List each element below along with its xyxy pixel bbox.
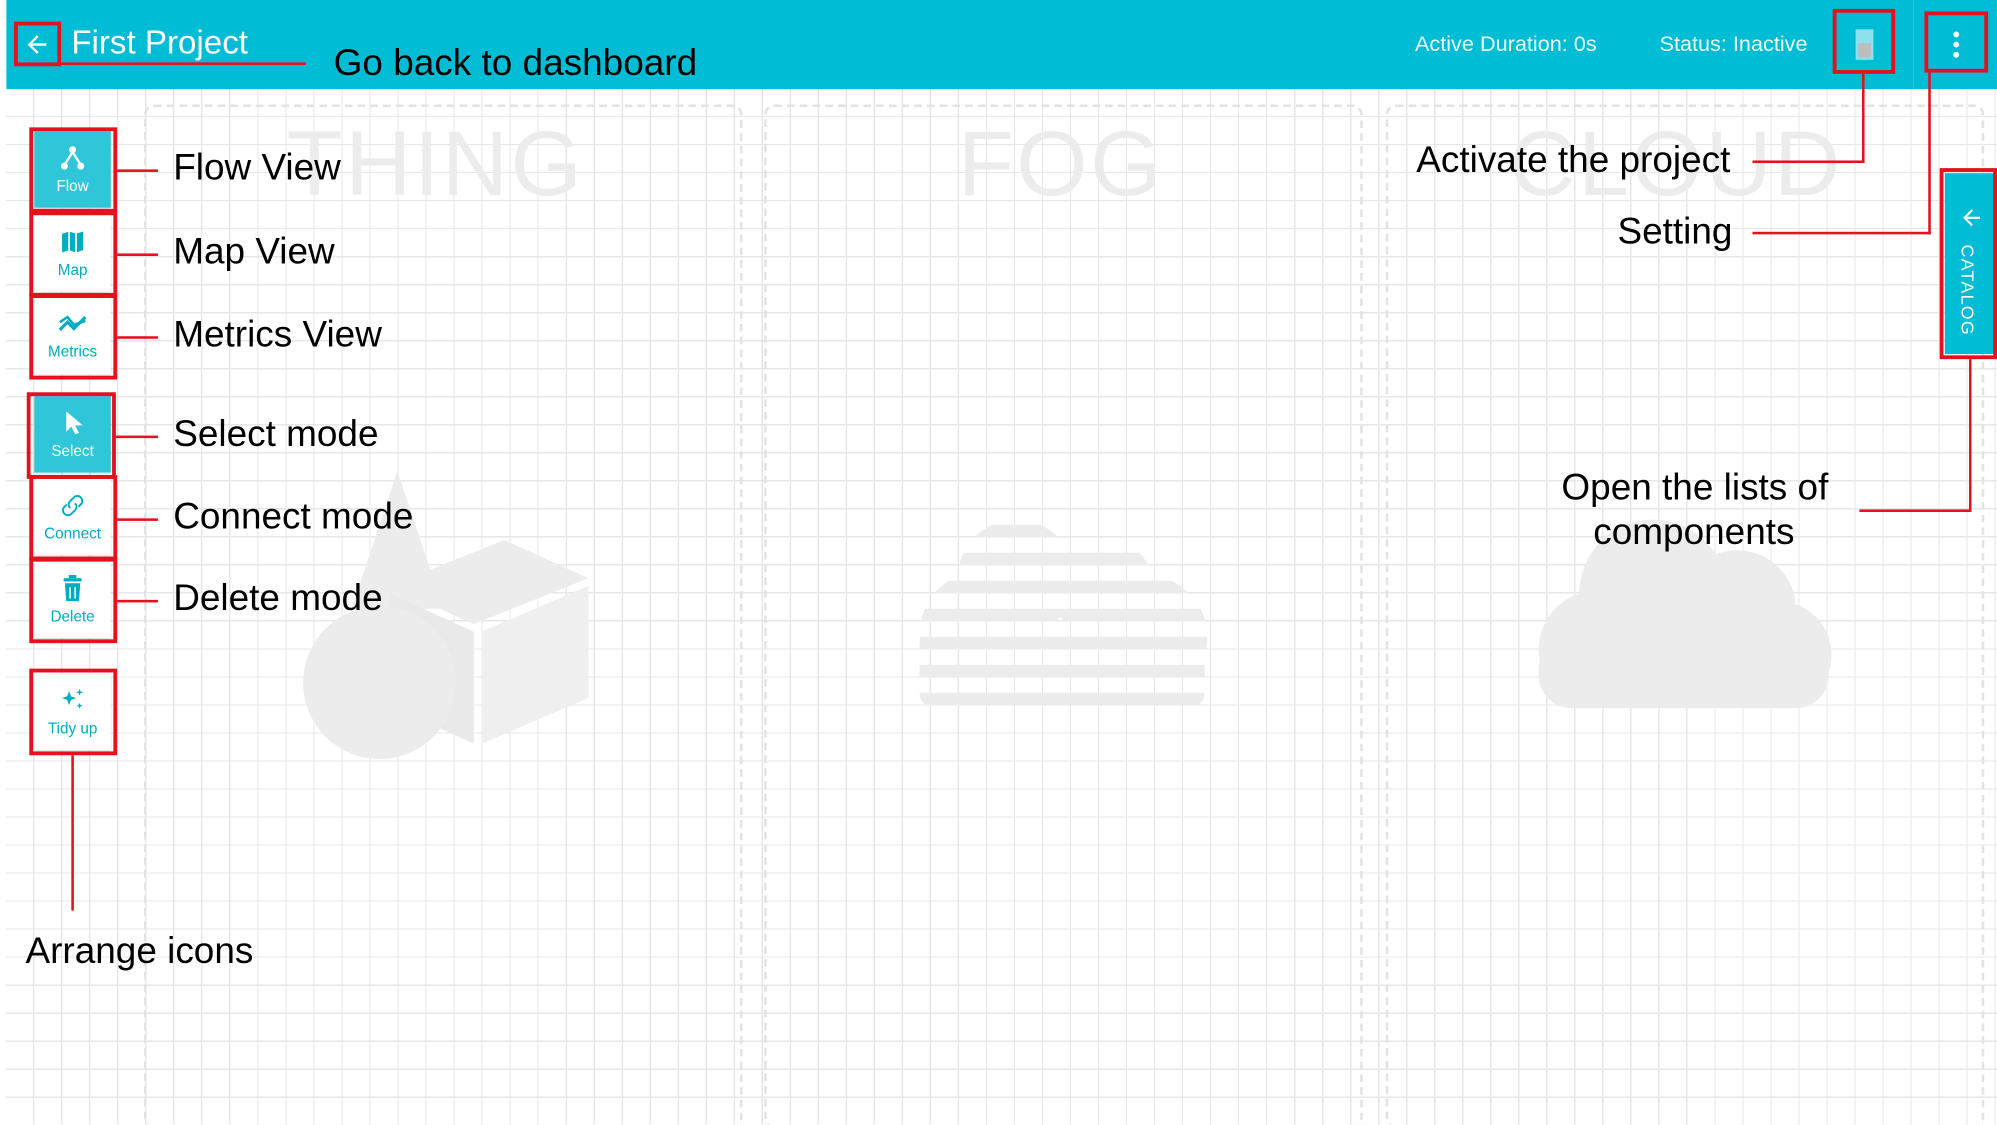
highlight-back <box>14 21 62 67</box>
annotation-map: Map View <box>173 231 335 273</box>
highlight-metrics <box>29 294 118 380</box>
fog-icon <box>919 524 1208 706</box>
header-divider <box>1912 0 1915 90</box>
leader-catalog-v <box>1968 359 1972 512</box>
screenshot: THING FOG CLOUD First Project Active Dur… <box>0 0 1997 1125</box>
leader-connect <box>117 518 158 521</box>
highlight-flow <box>29 127 118 213</box>
leader-setting-v <box>1928 72 1931 235</box>
annotation-back: Go back to dashboard <box>333 43 698 85</box>
annotation-activate: Activate the project <box>1416 140 1731 181</box>
project-title: First Project <box>71 22 248 62</box>
highlight-tidy <box>29 668 118 756</box>
annotation-setting: Setting <box>1617 211 1733 253</box>
annotation-flow: Flow View <box>173 147 341 189</box>
annotation-metrics: Metrics View <box>173 314 382 356</box>
highlight-catalog <box>1939 168 1997 360</box>
annotation-catalog-line2: components <box>1593 511 1795 553</box>
leader-delete <box>117 599 158 603</box>
leader-activate-v <box>1862 73 1865 164</box>
leader-catalog-h <box>1859 509 1972 512</box>
highlight-activate <box>1832 8 1896 74</box>
highlight-connect <box>29 475 118 561</box>
highlight-map <box>29 211 118 297</box>
highlight-delete <box>29 557 118 644</box>
leader-activate-h <box>1752 160 1865 164</box>
annotation-select: Select mode <box>173 413 379 455</box>
annotation-connect: Connect mode <box>173 496 414 538</box>
annotation-catalog-line1: Open the lists of <box>1561 467 1829 509</box>
annotation-delete: Delete mode <box>173 578 383 619</box>
leader-map <box>117 253 158 256</box>
zone-fog-title: FOG <box>957 113 1165 216</box>
leader-metrics <box>117 336 158 339</box>
leader-flow <box>117 169 158 172</box>
highlight-setting <box>1924 11 1989 73</box>
leader-setting-h <box>1752 231 1931 235</box>
leader-back <box>61 62 306 65</box>
project-status: Status: Inactive <box>1659 31 1808 57</box>
leader-select <box>115 435 158 439</box>
leader-tidy <box>71 755 74 911</box>
active-duration: Active Duration: 0s <box>1414 31 1597 57</box>
highlight-select <box>26 392 116 479</box>
annotation-arrange: Arrange icons <box>25 931 254 972</box>
